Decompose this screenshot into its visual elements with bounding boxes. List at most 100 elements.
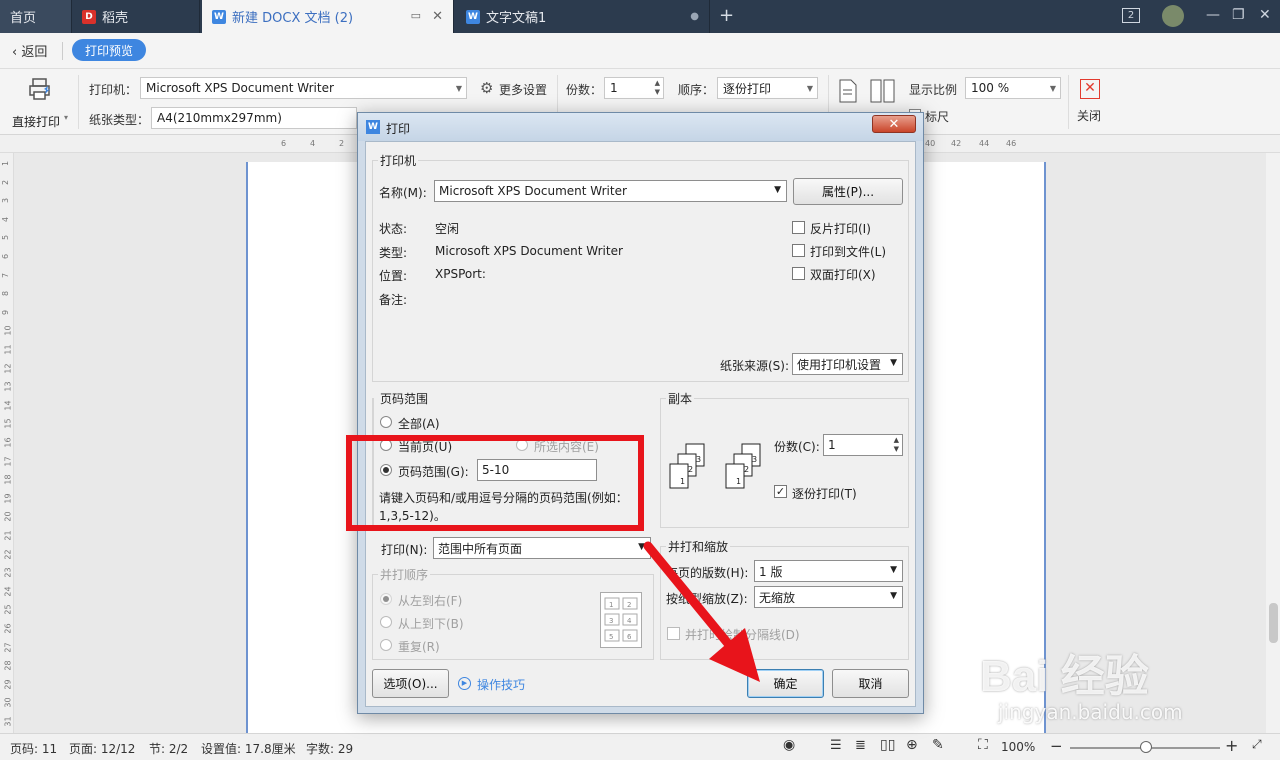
minimize-icon[interactable]: — — [1206, 7, 1220, 23]
vertical-ruler-number: 4 — [1, 216, 11, 222]
ruler-number: 46 — [1006, 139, 1017, 148]
close-x-icon: ✕ — [1080, 79, 1100, 99]
print-to-file-checkbox[interactable] — [792, 244, 805, 257]
vertical-ruler-number: 15 — [3, 418, 13, 429]
options-button[interactable]: 选项(O)... — [372, 669, 449, 698]
add-tab-icon[interactable]: + — [719, 5, 734, 26]
vertical-ruler-number: 1 — [1, 160, 11, 167]
web-view-icon[interactable]: ⊕ — [906, 737, 918, 753]
zoom-slider-thumb[interactable] — [1140, 741, 1152, 753]
all-pages-radio[interactable] — [380, 416, 392, 428]
restore-icon[interactable]: ❐ — [1232, 7, 1245, 23]
zoom-in-icon[interactable]: + — [1225, 736, 1238, 755]
tab-home[interactable]: 首页 — [0, 0, 72, 33]
dropdown-arrow-icon: ▾ — [64, 113, 69, 122]
cancel-button[interactable]: 取消 — [832, 669, 909, 698]
page-order-grid-icon: 1 2 3 4 5 6 — [600, 592, 642, 648]
printer-select[interactable]: Microsoft XPS Document Writer ▼ — [140, 77, 467, 99]
divider-line-checkbox[interactable] — [667, 627, 680, 640]
status-zoom[interactable]: 100% — [1001, 740, 1035, 754]
ruler-number: 42 — [951, 139, 962, 148]
close-icon: ✕ — [888, 116, 900, 132]
write-view-icon[interactable]: ✎ — [932, 737, 944, 753]
vertical-ruler-number: 26 — [3, 623, 13, 634]
direct-print-button[interactable]: 直接打印 ▾ — [10, 75, 70, 129]
print-preview-badge: 打印预览 — [72, 39, 146, 61]
fit-page-icon[interactable]: ⛶ — [978, 737, 988, 753]
highlight-box — [346, 435, 644, 531]
back-button[interactable]: ‹ 返回 — [12, 41, 47, 60]
order-repeat-label: 重复(R) — [398, 640, 440, 654]
play-tips-icon[interactable]: ▶ — [458, 677, 471, 690]
zoom-select[interactable]: 100 % ▼ — [965, 77, 1061, 99]
vertical-ruler-number: 10 — [3, 325, 13, 336]
print-scope-select[interactable]: 范围中所有页面 ▼ — [433, 537, 651, 559]
pages-per-sheet-value: 1 版 — [759, 564, 783, 579]
avatar[interactable] — [1162, 5, 1184, 27]
paper-type-label: 纸张类型： — [89, 113, 150, 127]
chevron-down-icon: ▼ — [638, 542, 645, 552]
stepper-arrows-icon[interactable]: ▲ ▼ — [894, 436, 899, 454]
pin-icon[interactable]: ▭ — [411, 9, 421, 22]
vertical-ruler-number: 12 — [3, 363, 13, 374]
tab-docer[interactable]: D 稻壳 — [72, 0, 200, 33]
order-repeat-radio[interactable] — [380, 639, 392, 651]
order-ttb-radio[interactable] — [380, 616, 392, 628]
ruler-number: 4 — [310, 139, 316, 148]
chevron-down-icon: ▼ — [1049, 84, 1056, 93]
tab-text-doc[interactable]: W 文字文稿1 ● — [456, 0, 710, 33]
status-label: 状态: — [379, 222, 408, 236]
tab-new-docx[interactable]: W 新建 DOCX 文档 (2) ▭ ✕ — [202, 0, 454, 33]
duplex-checkbox[interactable] — [792, 267, 805, 280]
tips-link[interactable]: 操作技巧 — [477, 676, 525, 693]
window-close-icon[interactable]: ✕ — [1259, 7, 1271, 23]
printer-name-select[interactable]: Microsoft XPS Document Writer ▼ — [434, 180, 787, 202]
paper-source-select[interactable]: 使用打印机设置 ▼ — [792, 353, 903, 375]
vertical-scrollbar[interactable] — [1266, 153, 1280, 733]
ok-button[interactable]: 确定 — [747, 669, 824, 698]
copies-stepper[interactable]: 1 ▲ ▼ — [604, 77, 664, 99]
status-page-number: 页码: 11 — [10, 742, 58, 756]
multi-page-icon[interactable] — [870, 79, 896, 103]
pages-per-sheet-label: 每页的版数(H): — [666, 566, 749, 580]
close-preview-button[interactable]: ✕ 关闭 — [1076, 75, 1106, 127]
window-count-badge[interactable]: 2 — [1122, 8, 1140, 23]
printer-group-title: 打印机 — [378, 152, 419, 169]
properties-button[interactable]: 属性(P)... — [793, 178, 903, 205]
gear-icon[interactable]: ⚙ — [480, 79, 493, 97]
ruler-number: 6 — [281, 139, 287, 148]
comment-label: 备注: — [379, 293, 408, 307]
scale-group-title: 并打和缩放 — [666, 538, 731, 555]
zoom-value: 100 % — [971, 81, 1010, 95]
stepper-arrows-icon[interactable]: ▲ ▼ — [655, 79, 660, 97]
print-scope-label: 打印(N): — [381, 543, 428, 557]
eye-protection-icon[interactable]: ◉ — [783, 737, 795, 753]
copies-count-stepper[interactable]: 1 ▲ ▼ — [823, 434, 903, 456]
zoom-out-icon[interactable]: − — [1050, 737, 1063, 755]
chevron-down-icon: ▼ — [890, 591, 897, 601]
divider — [78, 75, 79, 129]
all-pages-label: 全部(A) — [398, 417, 440, 431]
reading-view-icon[interactable]: ▯▯ — [880, 737, 895, 753]
close-tab-icon[interactable]: ✕ — [432, 9, 443, 24]
printer-name-value: Microsoft XPS Document Writer — [439, 184, 627, 198]
status-page-count: 页面: 12/12 — [69, 742, 136, 756]
dialog-titlebar[interactable]: W 打印 — [358, 113, 923, 141]
order-select[interactable]: 逐份打印 ▼ — [717, 77, 818, 99]
vertical-ruler-number: 13 — [3, 381, 13, 392]
back-chevron-icon: ‹ — [12, 45, 22, 60]
page-view-icon[interactable]: ☰ — [830, 738, 842, 753]
dialog-close-button[interactable]: ✕ — [872, 115, 916, 133]
outline-view-icon[interactable]: ≣ — [855, 738, 866, 753]
scale-paper-select[interactable]: 无缩放 ▼ — [754, 586, 903, 608]
collate-checkbox[interactable]: ✓ — [774, 485, 787, 498]
order-ltr-radio[interactable] — [380, 593, 392, 605]
pages-per-sheet-select[interactable]: 1 版 ▼ — [754, 560, 903, 582]
more-settings-link[interactable]: 更多设置 — [499, 81, 547, 98]
single-page-icon[interactable] — [838, 79, 858, 103]
fullscreen-icon[interactable]: ⤢ — [1252, 737, 1262, 752]
paper-type-select[interactable]: A4(210mmx297mm) — [151, 107, 357, 129]
scrollbar-thumb[interactable] — [1269, 603, 1278, 643]
chevron-down-icon: ▼ — [890, 565, 897, 575]
reverse-print-checkbox[interactable] — [792, 221, 805, 234]
